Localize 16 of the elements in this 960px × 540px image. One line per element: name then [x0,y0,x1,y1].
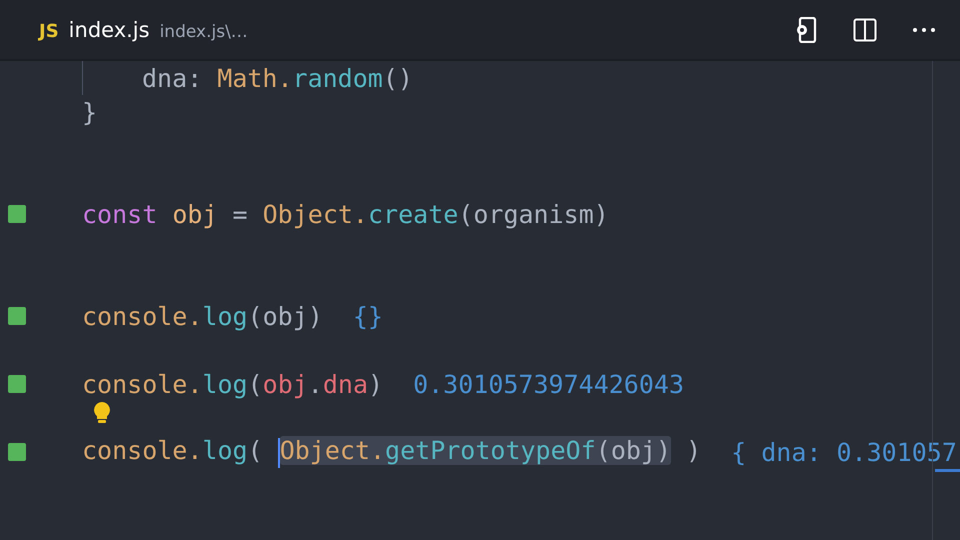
file-type-label: JS [39,20,59,42]
code-line: const obj = Object.create(organism) [82,200,609,228]
code-line: dna: Math.random() [142,64,413,92]
inline-result: {} [352,302,383,330]
lightbulb-icon[interactable] [92,401,112,425]
device-gear-icon[interactable] [794,16,818,42]
tab-title[interactable]: index.js [68,18,150,42]
breadcrumb-path[interactable]: index.js\… [160,22,248,42]
code-line: console.log(obj.dna) [82,370,384,398]
more-icon[interactable] [912,26,936,32]
inline-result: { dna: 0.301057 [731,438,957,466]
code-line: console.log(obj) [82,302,323,330]
overview-ruler-mark [935,469,960,472]
split-editor-icon[interactable] [853,18,877,42]
code-line: } [82,98,98,126]
inline-result: 0.3010573974426043 [413,370,684,398]
